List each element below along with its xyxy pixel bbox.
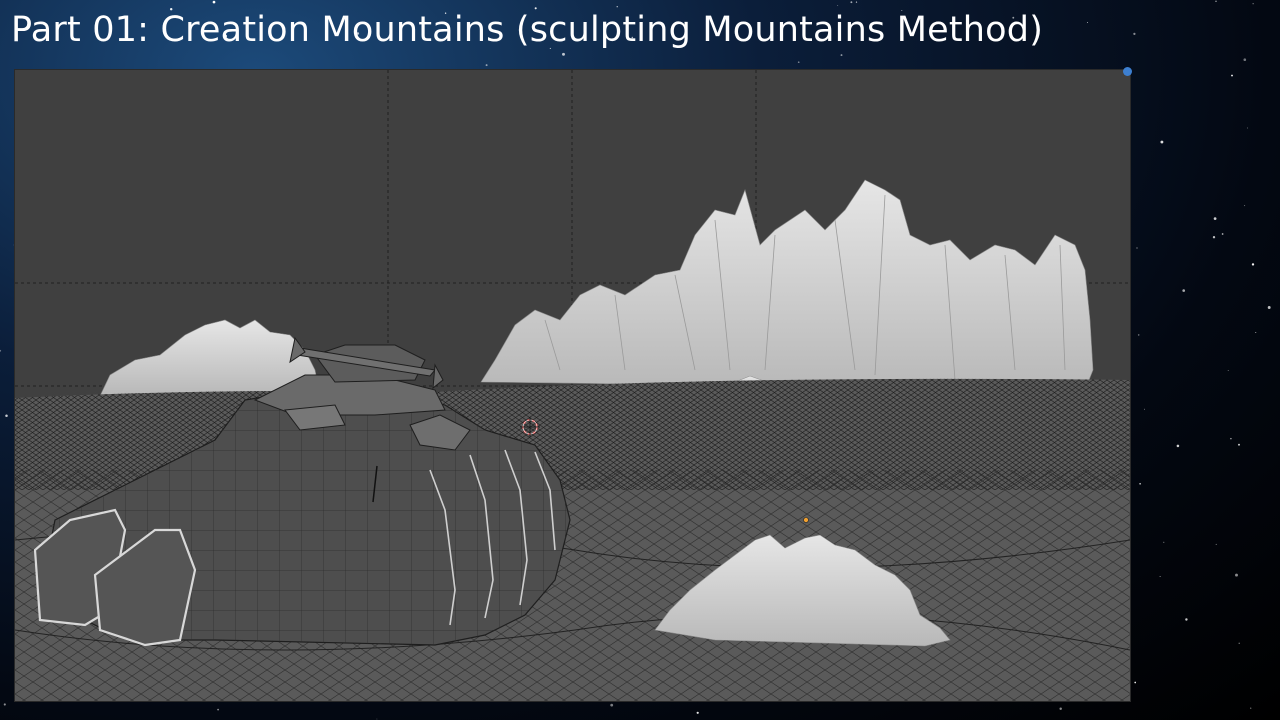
star [1087, 21, 1089, 23]
star [840, 54, 843, 57]
star [1134, 681, 1137, 684]
star [1230, 437, 1232, 440]
star [1160, 140, 1164, 144]
star [1235, 573, 1238, 577]
star [5, 414, 8, 418]
star [1238, 443, 1240, 446]
star [1176, 444, 1180, 448]
star [797, 61, 800, 64]
viewport-corner-handle[interactable] [1123, 67, 1132, 76]
star [1227, 369, 1229, 371]
star [1144, 408, 1145, 410]
star [1246, 127, 1249, 129]
star [1231, 74, 1233, 77]
star [855, 1, 858, 3]
star [1215, 0, 1217, 3]
star [696, 711, 699, 714]
star [217, 708, 219, 711]
star [1243, 58, 1247, 62]
star [1250, 707, 1252, 709]
star [1251, 263, 1255, 266]
star [562, 52, 565, 56]
star [1252, 3, 1254, 5]
star [1244, 205, 1246, 207]
star [376, 718, 378, 720]
star [3, 703, 6, 706]
star [616, 6, 618, 8]
star [485, 64, 488, 67]
star [1163, 541, 1165, 543]
star [1133, 32, 1136, 36]
slide-title: Part 01: Creation Mountains (sculpting M… [11, 10, 1044, 50]
3d-viewport[interactable] [14, 69, 1131, 702]
star [1238, 642, 1240, 644]
star [1136, 247, 1138, 249]
star [1137, 334, 1140, 336]
star [212, 0, 216, 4]
star [1221, 233, 1224, 235]
star [1182, 289, 1186, 292]
star [837, 5, 839, 7]
star [850, 1, 853, 4]
star [1159, 576, 1161, 577]
star [1185, 618, 1188, 621]
star [1215, 543, 1217, 545]
star [1213, 217, 1217, 220]
star [1139, 483, 1141, 485]
star [1267, 306, 1271, 309]
star [1059, 707, 1062, 711]
object-origin[interactable] [803, 517, 809, 523]
star [0, 349, 2, 352]
star [1212, 236, 1216, 239]
star [1255, 332, 1257, 334]
star [610, 703, 614, 707]
